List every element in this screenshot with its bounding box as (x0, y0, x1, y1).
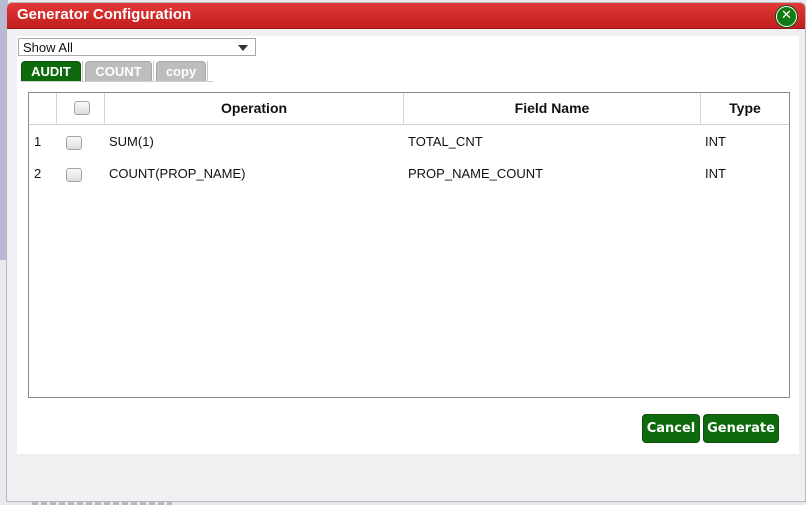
row-checkbox[interactable] (66, 136, 82, 150)
type-cell: INT (705, 166, 726, 181)
cancel-button[interactable]: Cancel (642, 414, 700, 443)
row-number: 1 (34, 134, 42, 149)
tab-underline (21, 81, 213, 82)
row-checkbox[interactable] (66, 168, 82, 182)
dialog-body: Show All AUDIT COUNT copy Operation Fiel… (17, 36, 799, 454)
generator-configuration-dialog: Generator Configuration ✕ Show All AUDIT… (6, 2, 806, 502)
chevron-down-icon (238, 45, 248, 51)
tab-audit[interactable]: AUDIT (21, 61, 81, 82)
select-all-checkbox[interactable] (74, 101, 90, 115)
dialog-title: Generator Configuration (17, 6, 192, 23)
column-divider (56, 93, 57, 124)
close-icon[interactable]: ✕ (776, 6, 797, 27)
tab-divider (82, 61, 83, 81)
field-name-cell: TOTAL_CNT (408, 134, 483, 149)
show-filter-value: Show All (23, 40, 73, 55)
row-number: 2 (34, 166, 42, 181)
tab-count[interactable]: COUNT (85, 61, 152, 82)
show-filter-select[interactable]: Show All (18, 38, 256, 56)
generate-button[interactable]: Generate (703, 414, 779, 443)
tab-divider (207, 61, 208, 81)
table-header: Operation Field Name Type (29, 93, 789, 125)
operation-cell: SUM(1) (109, 134, 154, 149)
table-row[interactable]: 1 SUM(1) TOTAL_CNT INT (29, 126, 789, 158)
column-header-field-name[interactable]: Field Name (404, 93, 700, 124)
tab-divider (153, 61, 154, 81)
dialog-title-bar: Generator Configuration ✕ (7, 3, 805, 29)
type-cell: INT (705, 134, 726, 149)
table-row[interactable]: 2 COUNT(PROP_NAME) PROP_NAME_COUNT INT (29, 158, 789, 190)
column-header-type[interactable]: Type (701, 93, 789, 124)
column-header-operation[interactable]: Operation (105, 93, 403, 124)
tab-copy[interactable]: copy (156, 61, 206, 82)
operations-table: Operation Field Name Type 1 SUM(1) TOTAL… (28, 92, 790, 398)
operation-cell: COUNT(PROP_NAME) (109, 166, 246, 181)
field-name-cell: PROP_NAME_COUNT (408, 166, 544, 181)
